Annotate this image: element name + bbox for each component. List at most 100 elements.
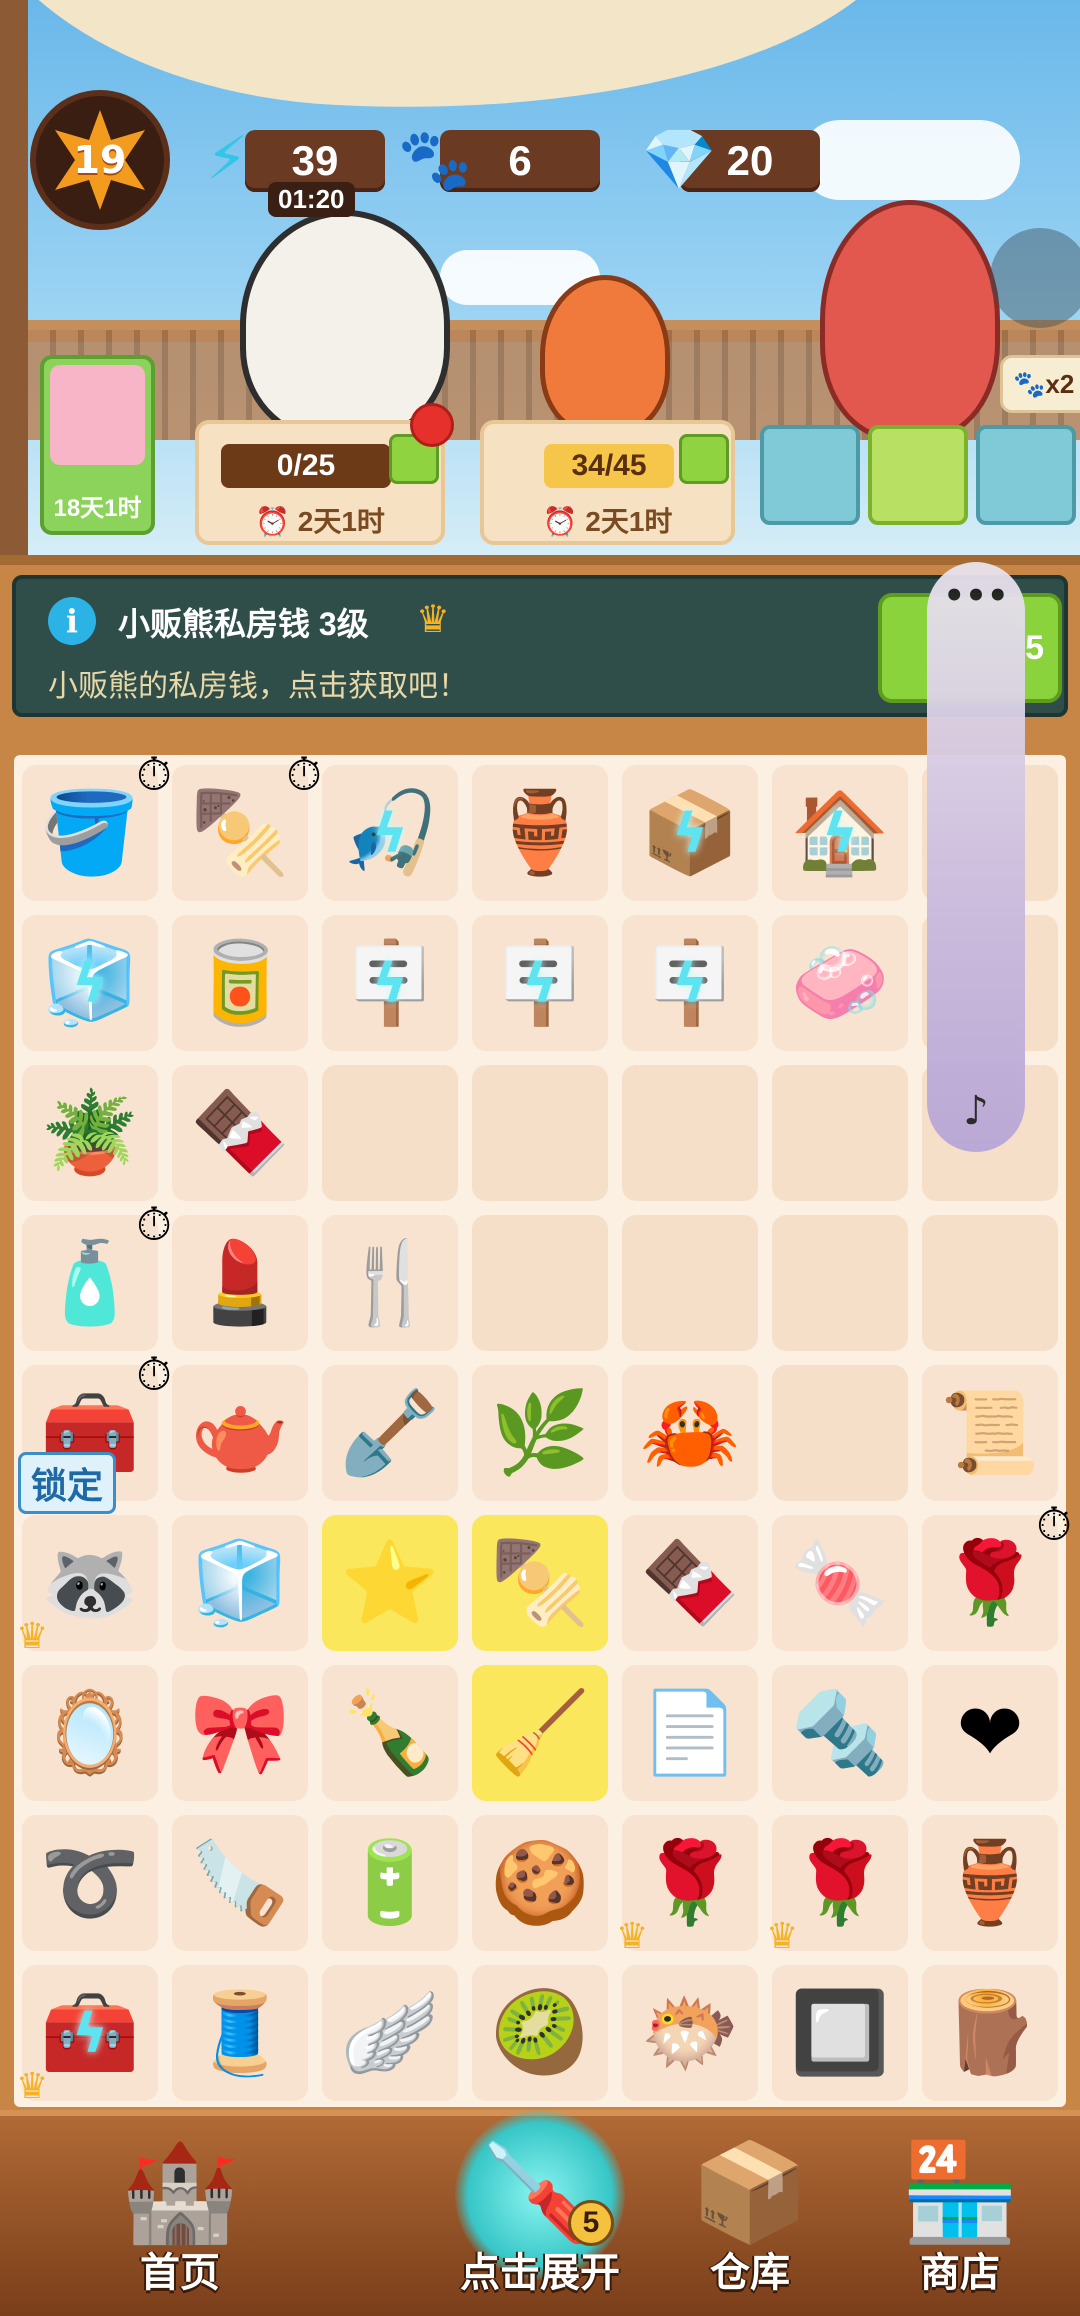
task-panel[interactable]: i 小贩熊私房钱 3级 ♛ 小贩熊的私房钱，点击获取吧！ 5: [12, 575, 1068, 717]
board-cell-empty[interactable]: [472, 1215, 608, 1351]
edit-button[interactable]: [990, 228, 1080, 328]
board-item-toolbox[interactable]: 🧰 ϟ ♛: [16, 1965, 158, 2107]
board-cell-empty[interactable]: [772, 1365, 908, 1501]
stopwatch-icon: ⏱: [286, 747, 322, 801]
board-item-stand-pink[interactable]: 🪧 ϟ: [472, 915, 608, 1051]
music-note-icon[interactable]: ♪: [927, 1088, 1025, 1134]
board-item-ice-cube[interactable]: 🧊: [172, 1515, 308, 1651]
board-item-skewer-leaf[interactable]: 🌿: [472, 1365, 608, 1501]
grill-small-icon: 🔲: [790, 1986, 890, 2079]
board-item-vending-machine[interactable]: 🧊 ϟ: [22, 915, 158, 1051]
board-item-chocolate-roll[interactable]: 🍫: [622, 1515, 758, 1651]
board-cell-empty[interactable]: [622, 1215, 758, 1351]
board-item-rake[interactable]: 🧹: [472, 1665, 608, 1801]
tool-slot[interactable]: [760, 425, 860, 525]
board-item-battery[interactable]: 🔋: [322, 1815, 458, 1951]
board-item-stand-pink-2[interactable]: 🪧 ϟ: [622, 915, 758, 1051]
board-item-saw[interactable]: 🪚: [172, 1815, 308, 1951]
info-icon[interactable]: i: [48, 597, 96, 645]
board-item-vase[interactable]: 🏺: [472, 765, 608, 901]
fox-character[interactable]: [540, 275, 670, 435]
board-item-garden-fork[interactable]: 🍴: [322, 1215, 458, 1351]
board-item-wings[interactable]: 🪽: [322, 1965, 458, 2101]
board-item-ribbon[interactable]: 🎀: [172, 1665, 308, 1801]
board-item-bucket[interactable]: 🪣 ⏱: [22, 747, 172, 901]
gift-icon: [679, 434, 729, 484]
chocolate-roll-icon: 🍫: [640, 1536, 740, 1629]
board-item-candy[interactable]: 🍬: [772, 1515, 908, 1651]
board-item-rose-pot[interactable]: 🌹 ⏱: [922, 1497, 1072, 1651]
board-cell-empty[interactable]: [472, 1065, 608, 1201]
board-item-gem-box[interactable]: 📦 ϟ: [622, 765, 758, 901]
board-item-cookies[interactable]: 🍪: [472, 1815, 608, 1951]
order-card-cat[interactable]: 0/25 ⏰ 2天1时: [195, 420, 445, 545]
board-item-grill[interactable]: 🍢 ⏱: [172, 747, 322, 901]
board-item-crab[interactable]: 🦀: [622, 1365, 758, 1501]
board-item-rose-pot-3[interactable]: 🌹 ♛: [766, 1815, 908, 1957]
board-item-raccoon[interactable]: 🦝 ♛: [16, 1515, 158, 1657]
board-cell-empty[interactable]: [772, 1215, 908, 1351]
more-icon[interactable]: •••: [927, 576, 1025, 616]
board-cell-empty[interactable]: [772, 1065, 908, 1201]
gem-icon[interactable]: 💎: [640, 120, 718, 198]
ice-cube-icon: 🧊: [190, 1536, 290, 1629]
board-item-pufferfish[interactable]: 🐡: [622, 1965, 758, 2101]
board-item-thread-spool[interactable]: 🧵: [172, 1965, 308, 2101]
avatar: [50, 365, 145, 465]
board-item-paint-buckets[interactable]: 🥫: [172, 915, 308, 1051]
board-item-scroll[interactable]: 📜: [922, 1365, 1058, 1501]
board-item-stand[interactable]: 🪧 ϟ: [322, 915, 458, 1051]
board-item-starfish[interactable]: ⭐: [322, 1515, 458, 1651]
board-cell-empty[interactable]: [622, 1065, 758, 1201]
board-item-kiwi-bowl[interactable]: 🥝: [472, 1965, 608, 2101]
locked-bolt-icon: ϟ: [372, 801, 408, 865]
game-screen: { "hud": { "level": "19", "energy": "39"…: [0, 0, 1080, 2316]
board-item-wood-planks[interactable]: 🪵: [922, 1965, 1058, 2101]
board-item-potted-plant[interactable]: 🪴: [22, 1065, 158, 1201]
garden-fork-icon: 🍴: [340, 1236, 440, 1329]
board-item-rose-pot-2[interactable]: 🌹 ♛: [616, 1815, 758, 1957]
board-item-heart-petals[interactable]: ❤: [922, 1665, 1058, 1801]
crown-icon: ♛: [416, 597, 451, 641]
floating-panel[interactable]: ••• ♪: [927, 562, 1025, 1152]
board-item-teapot[interactable]: 🫖: [172, 1365, 308, 1501]
board-item-lipstick[interactable]: 💄: [172, 1215, 308, 1351]
girl-character[interactable]: [820, 200, 1000, 440]
board-item-chocolate[interactable]: 🍫: [172, 1065, 308, 1201]
board-item-perfume[interactable]: 🧴 ⏱: [22, 1197, 172, 1351]
board-item-soap[interactable]: 🧼: [772, 915, 908, 1051]
board-item-house[interactable]: 🏠 ϟ: [772, 765, 908, 901]
board-item-shovel[interactable]: 🪏: [322, 1365, 458, 1501]
board-item-compact[interactable]: 🪞: [22, 1665, 158, 1801]
board-item-green-vase[interactable]: 🏺: [922, 1815, 1058, 1951]
board-cell-empty[interactable]: [322, 1065, 458, 1201]
energy-bolt-icon[interactable]: ⚡: [188, 120, 266, 198]
board-item-paper-stack[interactable]: 📄: [622, 1665, 758, 1801]
board-item-bottle-plant[interactable]: 🍾: [322, 1665, 458, 1801]
tool-slot[interactable]: [976, 425, 1076, 525]
energy-timer: 01:20: [268, 182, 355, 217]
board-item-rope[interactable]: ➰: [22, 1815, 158, 1951]
nav-expand[interactable]: 🪛 点击展开: [420, 2110, 660, 2316]
nav-warehouse[interactable]: 📦 仓库: [680, 2110, 820, 2316]
raccoon-icon: 🦝: [40, 1536, 140, 1629]
shovel-icon: 🪏: [340, 1386, 440, 1479]
character-card[interactable]: 18天1时: [40, 355, 155, 535]
board-item-screw[interactable]: 🔩: [772, 1665, 908, 1801]
stopwatch-icon: ⏱: [136, 1197, 172, 1251]
lock-label: 锁定: [18, 1452, 117, 1514]
wood-planks-icon: 🪵: [940, 1986, 1040, 2079]
player-level[interactable]: 19: [30, 90, 170, 230]
locked-bolt-icon: ϟ: [672, 951, 708, 1015]
cat-character[interactable]: [240, 210, 450, 440]
tool-slot[interactable]: [868, 425, 968, 525]
board-item-fishing-rod[interactable]: 🎣 ϟ: [322, 765, 458, 901]
board-item-grill-small[interactable]: 🔲: [772, 1965, 908, 2101]
nav-home[interactable]: 🏰 首页: [30, 2110, 330, 2316]
order-card-fox[interactable]: 34/45 ⏰ 2天1时: [480, 420, 735, 545]
candy-icon: 🍬: [790, 1536, 890, 1629]
paw-multiplier-chip[interactable]: 🐾 x2: [1000, 355, 1080, 413]
board-item-kebab-plate[interactable]: 🍢: [472, 1515, 608, 1651]
nav-shop[interactable]: 🏪 商店: [880, 2110, 1040, 2316]
board-cell-empty[interactable]: [922, 1215, 1058, 1351]
